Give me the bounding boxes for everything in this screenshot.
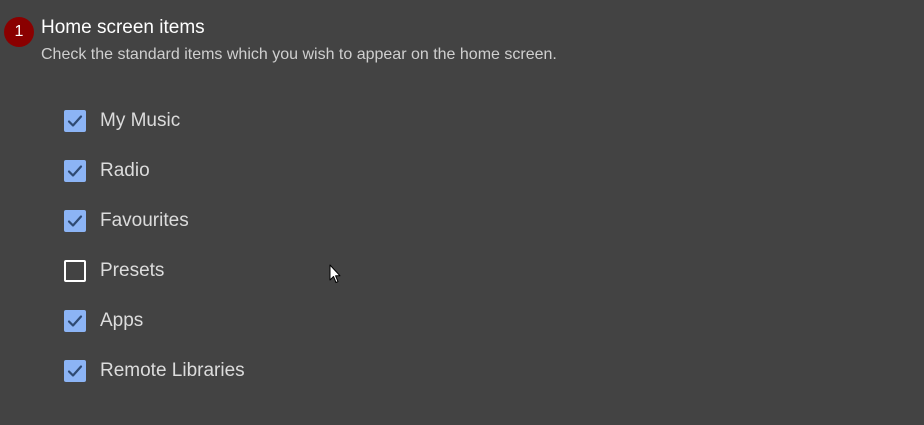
section-title: Home screen items <box>41 17 205 38</box>
checkbox-radio[interactable] <box>64 160 86 182</box>
section-description: Check the standard items which you wish … <box>41 46 557 63</box>
checkbox-presets[interactable] <box>64 260 86 282</box>
item-apps[interactable]: Apps <box>64 309 245 333</box>
item-remote-libraries[interactable]: Remote Libraries <box>64 359 245 383</box>
item-radio[interactable]: Radio <box>64 159 245 183</box>
item-label: Favourites <box>100 210 189 231</box>
checkbox-remote-libraries[interactable] <box>64 360 86 382</box>
item-label: Presets <box>100 260 165 281</box>
item-label: My Music <box>100 110 181 131</box>
checkbox-apps[interactable] <box>64 310 86 332</box>
step-number-badge: 1 <box>4 17 34 47</box>
item-label: Remote Libraries <box>100 360 245 381</box>
item-presets[interactable]: Presets <box>64 259 245 283</box>
item-label: Apps <box>100 310 144 331</box>
check-icon <box>67 315 83 327</box>
checkbox-favourites[interactable] <box>64 210 86 232</box>
item-label: Radio <box>100 160 150 181</box>
check-icon <box>67 215 83 227</box>
check-icon <box>67 115 83 127</box>
item-my-music[interactable]: My Music <box>64 109 245 133</box>
checkbox-my-music[interactable] <box>64 110 86 132</box>
item-favourites[interactable]: Favourites <box>64 209 245 233</box>
check-icon <box>67 165 83 177</box>
check-icon <box>67 365 83 377</box>
mouse-pointer-icon <box>329 264 341 283</box>
home-screen-items-list: My Music Radio Favourites Presets Apps R… <box>64 109 245 409</box>
